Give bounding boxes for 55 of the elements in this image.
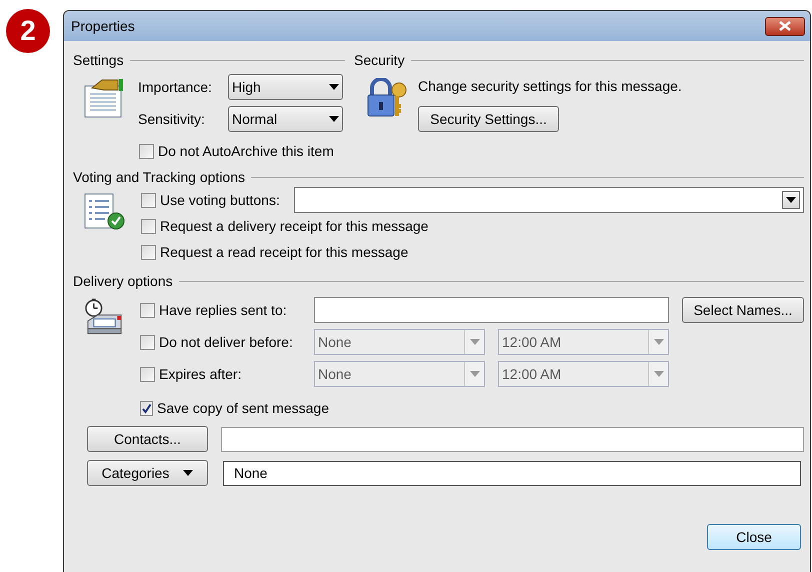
checkbox-label: Use voting buttons: <box>160 190 280 210</box>
categories-value: None <box>234 464 268 482</box>
dropdown-value: 12:00 AM <box>501 332 562 352</box>
dropdown-value: None <box>317 332 352 352</box>
section-heading: Voting and Tracking options <box>73 168 246 187</box>
dropdown-value: None <box>317 364 352 384</box>
checkbox-label: Save copy of sent message <box>157 398 329 418</box>
step-badge: 2 <box>6 9 50 53</box>
document-hand-icon <box>84 78 126 118</box>
field-label: Sensitivity: <box>138 110 206 129</box>
contacts-button[interactable]: Contacts... <box>87 426 208 452</box>
window-title: Properties <box>71 16 135 36</box>
categories-field[interactable]: None <box>223 460 801 486</box>
voting-dropdown[interactable] <box>294 187 804 213</box>
checkbox-label: Request a delivery receipt for this message <box>160 216 428 236</box>
select-names-button[interactable]: Select Names... <box>682 297 804 323</box>
dropdown-arrow-icon <box>654 339 664 345</box>
dropdown-arrow-icon <box>183 470 194 476</box>
checkbox[interactable] <box>141 244 156 260</box>
contacts-field[interactable] <box>221 426 804 452</box>
checkbox[interactable] <box>141 218 156 234</box>
section-heading: Delivery options <box>73 272 173 291</box>
close-icon <box>779 21 791 31</box>
checkmark-icon <box>141 402 152 414</box>
section-heading: Security <box>354 50 405 70</box>
dropdown-arrow-icon <box>470 339 480 345</box>
checkbox-label: Do not AutoArchive this item <box>158 142 334 161</box>
checkbox-label: Have replies sent to: <box>159 300 287 320</box>
dropdown-value: High <box>232 78 261 97</box>
text-input[interactable] <box>314 297 669 323</box>
checkbox[interactable] <box>140 400 153 416</box>
close-button[interactable] <box>765 16 805 36</box>
dropdown-field[interactable]: Normal <box>228 106 343 132</box>
checkbox[interactable] <box>140 302 155 318</box>
dropdown-arrow-icon <box>470 371 480 377</box>
dropdown-arrow-icon <box>329 116 339 122</box>
checkbox-label: Expires after: <box>159 364 242 384</box>
dropdown-field[interactable]: High <box>228 74 343 100</box>
checkbox[interactable] <box>139 144 154 159</box>
close-dialog-button[interactable]: Close <box>707 524 801 550</box>
dropdown-value: Normal <box>232 110 278 128</box>
checkbox-label: Request a read receipt for this message <box>160 242 408 262</box>
checkbox-label: Do not deliver before: <box>159 332 293 352</box>
dropdown-arrow-icon <box>329 84 339 90</box>
dropdown-arrow-icon <box>654 371 664 377</box>
dropdown-arrow-icon <box>786 197 796 203</box>
security-description: Change security settings for this message. <box>418 77 682 96</box>
checklist-icon <box>84 193 126 231</box>
categories-button[interactable]: Categories <box>87 460 208 486</box>
checkbox[interactable] <box>141 192 156 208</box>
section-heading: Settings <box>73 50 124 70</box>
security-settings-button[interactable]: Security Settings... <box>418 106 559 132</box>
field-label: Importance: <box>138 78 213 97</box>
dropdown-value: 12:00 AM <box>501 364 562 384</box>
padlock-key-icon <box>366 78 408 118</box>
